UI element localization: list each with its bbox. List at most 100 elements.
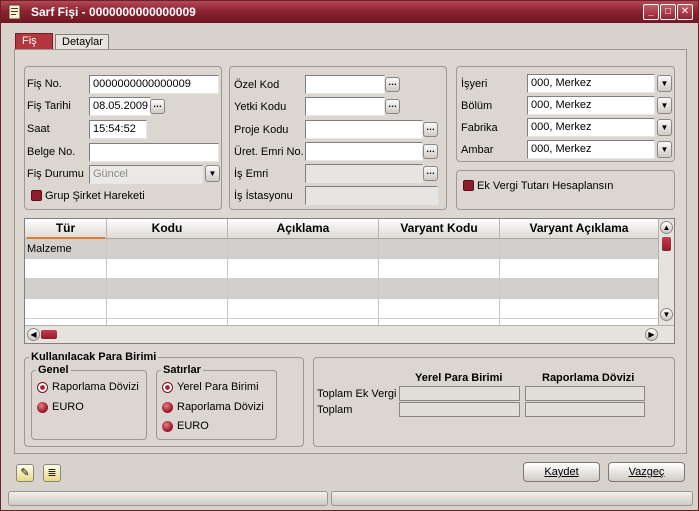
status-segment [331,491,693,506]
is-istasyonu-input[interactable] [305,186,438,205]
ek-vergi-checkbox[interactable] [463,180,474,191]
fis-tarihi-label: Fiş Tarihi [27,100,71,112]
edit-icon[interactable]: ✎ [16,464,34,482]
document-icon [8,4,21,20]
satirlar-yerel-label: Yerel Para Birimi [177,381,259,393]
currency-group: Kullanılacak Para Birimi Genel Raporlama… [24,351,304,447]
ozel-kod-input[interactable] [305,75,385,94]
horizontal-scroll-thumb[interactable] [41,330,57,339]
satirlar-raporlama-radio[interactable] [162,402,173,413]
scroll-right-icon[interactable]: ▶ [645,328,658,341]
lines-grid[interactable]: Tür Kodu Açıklama Varyant Kodu Varyant A… [24,218,675,344]
uret-emri-no-lookup-button[interactable]: … [423,144,438,159]
isyeri-select[interactable]: 000, Merkez [527,74,655,93]
vertical-scrollbar[interactable]: ▲ ▼ [658,219,674,325]
yetki-kodu-input[interactable] [305,97,385,116]
fis-no-label: Fiş No. [27,78,62,90]
status-segment [8,491,328,506]
grup-sirket-label: Grup Şirket Hareketi [45,190,145,202]
proje-kodu-lookup-button[interactable]: … [423,122,438,137]
satirlar-euro-radio[interactable] [162,421,173,432]
is-emri-input[interactable] [305,164,423,183]
column-header-varyant-aciklama-label: Varyant Açıklama [529,221,629,235]
scroll-up-icon[interactable]: ▲ [660,221,673,234]
chevron-down-icon[interactable]: ▼ [657,141,672,158]
fis-durumu-label: Fiş Durumu [27,168,84,180]
currency-title: Kullanılacak Para Birimi [29,351,159,363]
tab-fis-label: Fiş [22,35,37,47]
satirlar-group: Satırlar Yerel Para Birimi Raporlama Döv… [156,364,277,440]
satirlar-euro-label: EURO [177,420,209,432]
fabrika-select[interactable]: 000, Merkez [527,118,655,137]
header-left-group: Fiş No. 0000000000000009 Fiş Tarihi 08.0… [24,66,222,210]
scroll-down-icon[interactable]: ▼ [660,308,673,321]
column-header-kodu[interactable]: Kodu [107,219,228,239]
column-divider [378,239,379,325]
kaydet-button-label: Kaydet [544,466,579,478]
belge-no-input[interactable] [89,143,219,162]
kaydet-button[interactable]: Kaydet [523,462,600,482]
ambar-select[interactable]: 000, Merkez [527,140,655,159]
totals-group: Yerel Para Birimi Raporlama Dövizi Topla… [313,357,675,447]
column-header-aciklama-label: Açıklama [276,221,330,235]
fis-durumu-select[interactable]: Güncel [89,165,203,184]
maximize-button[interactable]: □ [660,4,676,20]
genel-raporlama-radio[interactable] [37,382,48,393]
calendar-button[interactable]: … [150,99,165,114]
main-window: Sarf Fişi - 0000000000000009 _ □ ✕ Fiş D… [0,0,699,511]
toplam-ek-vergi-raporlama-value [525,386,645,401]
satirlar-raporlama-label: Raporlama Dövizi [177,401,264,413]
vertical-scroll-thumb[interactable] [662,237,671,251]
genel-euro-label: EURO [52,401,84,413]
close-icon: ✕ [680,6,690,17]
column-header-tur-label: Tür [55,221,76,235]
table-row[interactable]: Malzeme [25,239,659,259]
column-header-aciklama[interactable]: Açıklama [228,219,379,239]
is-emri-lookup-button[interactable]: … [423,166,438,181]
column-header-varyant-kodu[interactable]: Varyant Kodu [379,219,500,239]
uret-emri-no-label: Üret. Emri No. [234,146,304,158]
fis-no-input[interactable]: 0000000000000009 [89,75,219,94]
close-button[interactable]: ✕ [677,4,693,20]
title-bar[interactable]: Sarf Fişi - 0000000000000009 _ □ ✕ [1,1,698,23]
column-header-varyant-kodu-label: Varyant Kodu [400,221,478,235]
satirlar-yerel-radio[interactable] [162,382,173,393]
maximize-icon: □ [664,6,672,17]
yetki-kodu-lookup-button[interactable]: … [385,99,400,114]
fis-panel: Fiş No. 0000000000000009 Fiş Tarihi 08.0… [14,49,687,454]
notes-icon[interactable]: ≣ [43,464,61,482]
column-divider [106,239,107,325]
proje-kodu-input[interactable] [305,120,423,139]
column-divider [499,239,500,325]
ozel-kod-lookup-button[interactable]: … [385,77,400,92]
tab-detaylar[interactable]: Detaylar [55,34,109,50]
minimize-icon: _ [648,6,654,17]
bolum-select[interactable]: 000, Merkez [527,96,655,115]
toplam-ek-vergi-label: Toplam Ek Vergi [317,388,397,400]
saat-label: Saat [27,123,50,135]
grup-sirket-checkbox[interactable] [31,190,42,201]
uret-emri-no-input[interactable] [305,142,423,161]
column-header-kodu-label: Kodu [151,221,183,235]
minimize-button[interactable]: _ [643,4,659,20]
genel-raporlama-label: Raporlama Dövizi [52,381,139,393]
scroll-left-icon[interactable]: ◀ [27,328,40,341]
table-row[interactable] [25,299,659,319]
chevron-down-icon[interactable]: ▼ [657,97,672,114]
belge-no-label: Belge No. [27,146,76,158]
table-row[interactable] [25,259,659,279]
column-header-varyant-aciklama[interactable]: Varyant Açıklama [500,219,659,239]
toplam-label: Toplam [317,404,353,416]
vazgec-button[interactable]: Vazgeç [608,462,685,482]
totals-header-yerel: Yerel Para Birimi [415,372,503,384]
column-header-tur[interactable]: Tür [25,219,107,239]
horizontal-scrollbar[interactable]: ◀ ▶ [25,325,674,343]
chevron-down-icon[interactable]: ▼ [657,75,672,92]
chevron-down-icon[interactable]: ▼ [657,119,672,136]
genel-euro-radio[interactable] [37,402,48,413]
chevron-down-icon[interactable]: ▼ [205,165,220,182]
status-bar [8,491,693,506]
saat-input[interactable]: 15:54:52 [89,120,147,139]
fis-tarihi-input[interactable]: 08.05.2009 [89,97,151,116]
table-row[interactable] [25,279,659,299]
